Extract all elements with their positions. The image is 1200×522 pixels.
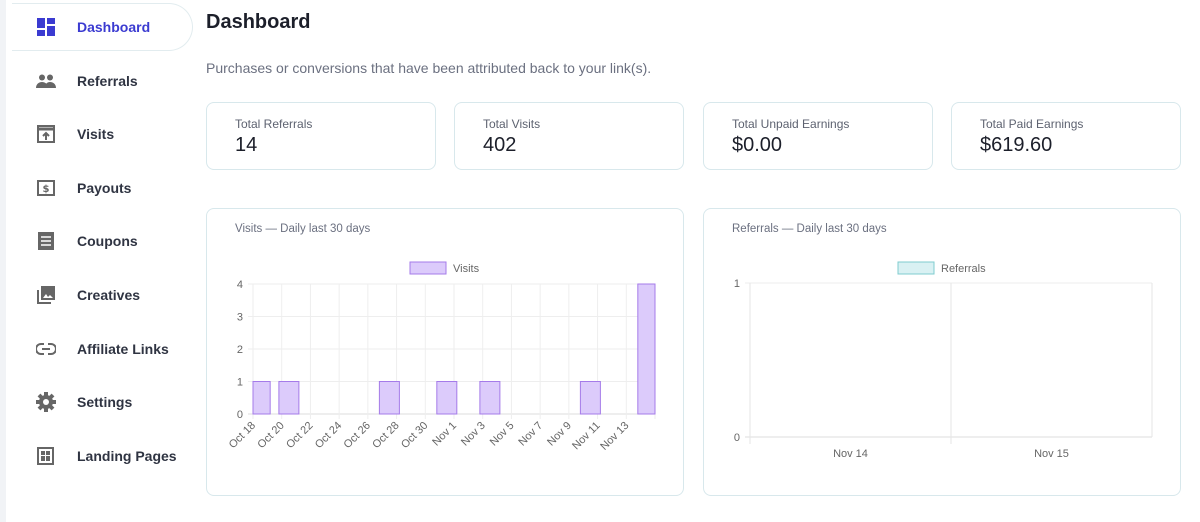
svg-text:$: $: [43, 184, 50, 195]
stat-label: Total Referrals: [235, 117, 313, 131]
sidebar-item-label: Referrals: [77, 72, 138, 89]
sidebar-item-label: Affiliate Links: [77, 340, 169, 357]
x-tick-label: Oct 26: [342, 420, 373, 451]
people-icon: [36, 71, 56, 91]
sidebar-item-affiliate-links[interactable]: Affiliate Links: [12, 325, 193, 373]
sidebar-item-label: Payouts: [77, 179, 132, 196]
x-tick-label: Nov 7: [516, 420, 545, 449]
coupon-icon: [36, 231, 56, 251]
sidebar-item-label: Coupons: [77, 233, 138, 250]
x-tick-label: Oct 18: [227, 420, 258, 451]
stat-card-total-referrals: Total Referrals 14: [206, 102, 436, 170]
x-tick-label: Oct 30: [399, 420, 430, 451]
page-subtitle: Purchases or conversions that have been …: [206, 60, 652, 76]
y-tick-label: 3: [237, 312, 243, 324]
stat-label: Total Visits: [483, 117, 541, 131]
y-tick-label: 2: [237, 344, 243, 356]
legend-label: Visits: [453, 263, 480, 275]
sidebar-item-visits[interactable]: Visits: [12, 110, 193, 158]
bar-oct-20: [278, 381, 300, 415]
bar-oct-31: [436, 381, 458, 415]
referrals-chart: Referrals 0 1 Nov 14 Nov 15: [734, 261, 1153, 460]
legend-swatch: [897, 261, 935, 275]
x-tick-label: Nov 5: [488, 420, 517, 449]
y-tick-label: 0: [734, 432, 740, 444]
x-tick-label: Nov 11: [570, 420, 603, 453]
visits-chart-card: Visits — Daily last 30 days Visits 0 1 2 3 4 O…: [206, 208, 684, 496]
sidebar-item-label: Settings: [77, 394, 133, 411]
sidebar-item-payouts[interactable]: $ Payouts: [12, 164, 193, 212]
x-tick-label: Nov 15: [1034, 448, 1069, 460]
dollar-icon: $: [36, 178, 56, 198]
x-tick-label: Oct 22: [284, 420, 315, 451]
sidebar-item-label: Creatives: [77, 287, 141, 303]
referrals-chart-card: Referrals — Daily last 30 days Referrals…: [703, 208, 1181, 496]
x-tick-label: Oct 20: [255, 420, 286, 451]
stat-card-total-paid-earnings: Total Paid Earnings $619.60: [951, 102, 1181, 170]
x-tick-label: Nov 3: [459, 420, 488, 449]
stat-card-total-unpaid-earnings: Total Unpaid Earnings $0.00: [703, 102, 933, 170]
legend-label: Referrals: [941, 263, 986, 275]
bar-oct-18: [252, 381, 271, 415]
bar-nov-10: [579, 381, 601, 415]
stat-value: $0.00: [732, 134, 783, 156]
stat-value: 14: [235, 134, 258, 156]
sidebar-item-coupons[interactable]: Coupons: [12, 217, 193, 265]
x-tick-label: Nov 14: [833, 448, 868, 460]
bar-nov-14: [637, 283, 656, 415]
x-tick-label: Nov 1: [430, 420, 459, 449]
stat-label: Total Paid Earnings: [980, 117, 1084, 131]
visits-icon: [36, 124, 56, 144]
legend-swatch: [409, 261, 447, 275]
landing-page-icon: [36, 446, 56, 466]
stat-card-total-visits: Total Visits 402: [454, 102, 684, 170]
sidebar-item-label: Dashboard: [77, 19, 151, 35]
x-tick-label: Oct 28: [370, 420, 401, 451]
image-icon: [36, 285, 56, 305]
sidebar: Dashboard Referrals Visits $ Payouts Coupons C…: [0, 0, 193, 522]
sidebar-item-label: Visits: [77, 126, 115, 143]
sidebar-item-settings[interactable]: Settings: [12, 378, 193, 426]
x-tick-label: Nov 13: [598, 420, 631, 453]
sidebar-item-referrals[interactable]: Referrals: [12, 57, 193, 105]
y-tick-label: 1: [237, 377, 243, 389]
dashboard-icon: [36, 17, 56, 37]
stat-label: Total Unpaid Earnings: [732, 117, 850, 131]
y-tick-label: 0: [237, 409, 243, 421]
sidebar-item-creatives[interactable]: Creatives: [12, 271, 193, 319]
sidebar-item-landing-pages[interactable]: Landing Pages: [12, 432, 193, 480]
x-tick-label: Oct 24: [313, 420, 344, 451]
y-tick-label: 1: [734, 278, 740, 290]
visits-chart: Visits01234Oct 18Oct 20Oct 22Oct 24Oct 2…: [227, 261, 656, 453]
bar-nov-3: [479, 381, 501, 415]
sidebar-item-label: Landing Pages: [77, 447, 177, 464]
stat-value: 402: [483, 134, 517, 156]
bar-oct-27: [378, 381, 400, 415]
y-tick-label: 4: [237, 279, 243, 291]
stat-value: $619.60: [980, 134, 1053, 156]
link-icon: [36, 339, 56, 359]
sidebar-item-dashboard[interactable]: Dashboard: [12, 3, 193, 51]
page-title: Dashboard: [206, 11, 311, 33]
gear-icon: [36, 392, 56, 413]
